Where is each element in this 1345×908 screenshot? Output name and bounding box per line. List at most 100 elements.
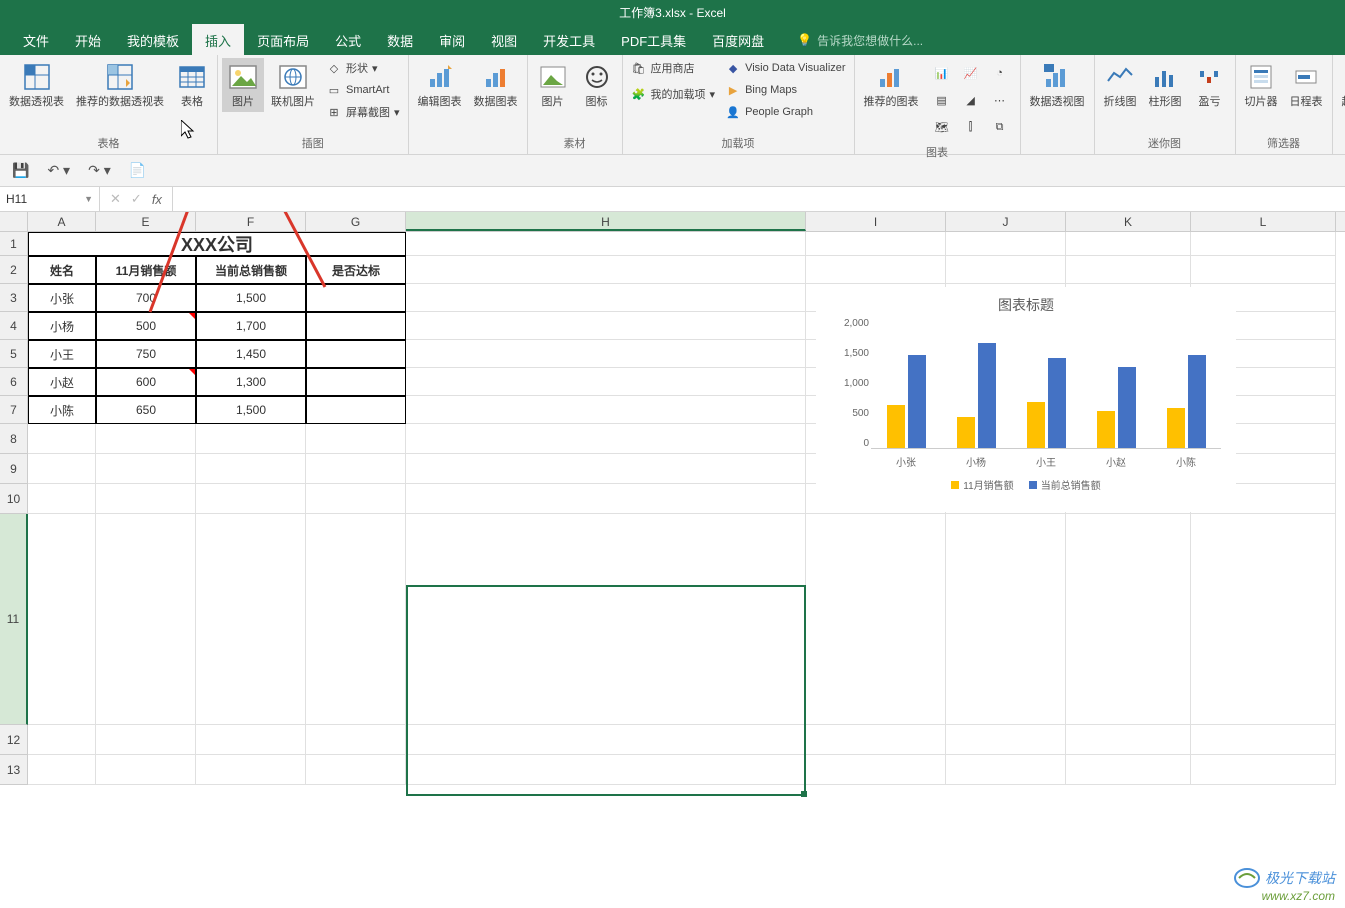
cell[interactable] — [306, 396, 406, 424]
cell[interactable]: 11月销售额 — [96, 256, 196, 284]
icons-button[interactable]: 图标 — [576, 58, 618, 112]
cell[interactable]: 1,500 — [196, 284, 306, 312]
slicer-button[interactable]: 切片器 — [1240, 58, 1283, 112]
cell[interactable]: 当前总销售额 — [196, 256, 306, 284]
chart-line-button[interactable]: 📈 — [958, 61, 984, 85]
cell[interactable] — [306, 484, 406, 514]
table-button[interactable]: 表格 — [171, 58, 213, 112]
cell[interactable] — [196, 514, 306, 725]
cell[interactable] — [306, 755, 406, 785]
cell[interactable] — [806, 514, 946, 725]
confirm-icon[interactable]: ✓ — [131, 191, 142, 207]
tab-pagelayout[interactable]: 页面布局 — [244, 24, 322, 57]
cell[interactable] — [406, 232, 806, 256]
pictures-button[interactable]: 图片 — [222, 58, 264, 112]
cell[interactable] — [196, 484, 306, 514]
spreadsheet-grid[interactable]: A E F G H I J K L 12345678910111213 图表标题… — [0, 212, 1345, 908]
col-header-J[interactable]: J — [946, 212, 1066, 231]
cell[interactable]: 小陈 — [28, 396, 96, 424]
embedded-chart[interactable]: 图表标题 2,0001,5001,0005000 小张小杨小王小赵小陈 11月销… — [816, 287, 1236, 512]
cell[interactable]: 1,450 — [196, 340, 306, 368]
cell[interactable] — [406, 340, 806, 368]
cell[interactable]: XXX公司 — [28, 232, 406, 256]
chart-scatter-button[interactable]: ⋯ — [987, 88, 1013, 112]
cell[interactable] — [1066, 232, 1191, 256]
col-header-K[interactable]: K — [1066, 212, 1191, 231]
tab-file[interactable]: 文件 — [10, 24, 62, 57]
cell[interactable] — [196, 755, 306, 785]
cell[interactable] — [406, 424, 806, 454]
cell[interactable]: 是否达标 — [306, 256, 406, 284]
chart-pie-button[interactable]: ◔ — [987, 61, 1013, 85]
cell[interactable]: 小杨 — [28, 312, 96, 340]
tab-home[interactable]: 开始 — [62, 24, 114, 57]
select-all-corner[interactable] — [0, 212, 28, 231]
material-pic-button[interactable]: 图片 — [532, 58, 574, 112]
shapes-button[interactable]: ◇形状 ▾ — [322, 58, 404, 78]
chart-area-button[interactable]: ◢ — [958, 88, 984, 112]
cell[interactable] — [306, 340, 406, 368]
sparkline-winloss-button[interactable]: 盈亏 — [1189, 58, 1231, 112]
row-header-13[interactable]: 13 — [0, 755, 28, 785]
cell[interactable] — [1066, 256, 1191, 284]
col-header-G[interactable]: G — [306, 212, 406, 231]
cell[interactable] — [28, 755, 96, 785]
row-header-5[interactable]: 5 — [0, 340, 28, 368]
cell[interactable] — [96, 454, 196, 484]
row-header-6[interactable]: 6 — [0, 368, 28, 396]
cell[interactable]: 750 — [96, 340, 196, 368]
cell[interactable] — [306, 514, 406, 725]
cell[interactable]: 650 — [96, 396, 196, 424]
tab-view[interactable]: 视图 — [478, 24, 530, 57]
smartart-button[interactable]: ▭SmartArt — [322, 80, 404, 100]
pivotchart-button[interactable]: 数据透视图 — [1025, 58, 1090, 112]
cell[interactable] — [28, 424, 96, 454]
cell[interactable] — [806, 256, 946, 284]
edit-chart-button[interactable]: 编辑图表 — [413, 58, 467, 112]
cell[interactable]: 1,300 — [196, 368, 306, 396]
sparkline-column-button[interactable]: 柱形图 — [1144, 58, 1187, 112]
cell[interactable] — [1066, 725, 1191, 755]
save-button[interactable]: 💾 — [12, 162, 29, 179]
cell[interactable] — [946, 232, 1066, 256]
cell[interactable] — [406, 755, 806, 785]
cell[interactable]: 小张 — [28, 284, 96, 312]
formula-input[interactable] — [173, 187, 1345, 211]
cell[interactable] — [406, 284, 806, 312]
cell[interactable] — [1066, 755, 1191, 785]
cell[interactable] — [306, 312, 406, 340]
cell[interactable] — [196, 454, 306, 484]
col-header-H[interactable]: H — [406, 212, 806, 231]
cancel-icon[interactable]: ✕ — [110, 191, 121, 207]
cell[interactable] — [28, 725, 96, 755]
tab-pdf[interactable]: PDF工具集 — [608, 24, 699, 57]
cell[interactable] — [1191, 232, 1336, 256]
row-header-11[interactable]: 11 — [0, 514, 28, 725]
cell[interactable] — [406, 396, 806, 424]
cell[interactable] — [806, 725, 946, 755]
row-header-1[interactable]: 1 — [0, 232, 28, 256]
cell[interactable] — [306, 454, 406, 484]
online-pictures-button[interactable]: 联机图片 — [266, 58, 320, 112]
cell[interactable] — [806, 232, 946, 256]
recommended-pivot-button[interactable]: 推荐的数据透视表 — [71, 58, 169, 112]
cell[interactable] — [1191, 755, 1336, 785]
tab-developer[interactable]: 开发工具 — [530, 24, 608, 57]
tab-data[interactable]: 数据 — [374, 24, 426, 57]
tell-me-search[interactable]: 💡 告诉我您想做什么... — [797, 32, 923, 49]
cell[interactable] — [306, 725, 406, 755]
bingmaps-button[interactable]: ▶Bing Maps — [721, 80, 849, 100]
fill-handle[interactable] — [801, 791, 807, 797]
cell[interactable] — [96, 725, 196, 755]
cell[interactable]: 小王 — [28, 340, 96, 368]
row-header-9[interactable]: 9 — [0, 454, 28, 484]
cell[interactable] — [1191, 514, 1336, 725]
redo-button[interactable]: ↷ ▾ — [88, 162, 111, 179]
col-header-A[interactable]: A — [28, 212, 96, 231]
data-chart-button[interactable]: 数据图表 — [469, 58, 523, 112]
cell[interactable] — [96, 514, 196, 725]
fx-icon[interactable]: fx — [152, 192, 162, 207]
tab-review[interactable]: 审阅 — [426, 24, 478, 57]
cell[interactable] — [406, 454, 806, 484]
cell[interactable] — [806, 755, 946, 785]
